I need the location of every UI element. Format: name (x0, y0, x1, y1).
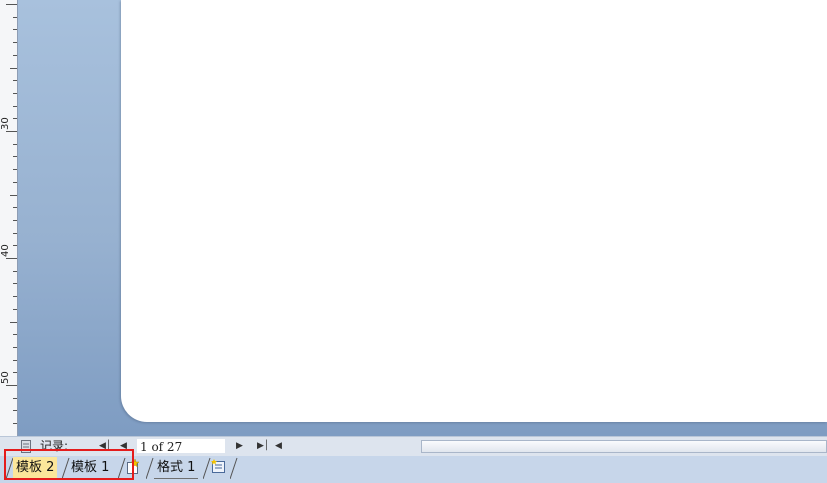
first-record-icon[interactable]: ◀│ (99, 439, 111, 454)
tab-separator (203, 457, 211, 479)
ruler-tick (13, 410, 17, 411)
ruler-label-40: 40 (0, 244, 11, 257)
ruler-tick (13, 233, 17, 234)
new-sheet-icon[interactable] (126, 458, 140, 474)
ruler-tick (13, 118, 17, 119)
ruler-tick (13, 207, 17, 208)
sheet-tab-bar: 模板 2 模板 1 格式 1 (0, 456, 827, 483)
workspace-background (18, 0, 827, 436)
records-label: 记录: (40, 439, 69, 453)
scroll-left-icon[interactable]: ◀ (275, 439, 282, 454)
ruler-tick (6, 385, 17, 386)
ruler-tick (13, 156, 17, 157)
ruler-tick (13, 55, 17, 56)
ruler-tick (13, 271, 17, 272)
tab-separator (146, 457, 154, 479)
ruler-tick (13, 182, 17, 183)
ruler-tick (13, 42, 17, 43)
ruler-tick (13, 309, 17, 310)
ruler-tick (13, 80, 17, 81)
ruler-tick (10, 68, 17, 69)
new-format-icon[interactable] (211, 459, 225, 474)
ruler-tick (13, 347, 17, 348)
tab-template-2[interactable]: 模板 2 (13, 457, 58, 479)
ruler-tick (13, 245, 17, 246)
record-selector-icon[interactable] (21, 440, 31, 455)
ruler-tick (6, 4, 17, 5)
ruler-tick (13, 17, 17, 18)
form-canvas[interactable] (121, 0, 827, 422)
ruler-tick (10, 195, 17, 196)
tab-format-1[interactable]: 格式 1 (154, 457, 199, 479)
ruler-label-30: 30 (0, 117, 11, 130)
ruler-label-50: 50 (0, 371, 11, 384)
tab-separator (118, 457, 126, 479)
ruler-tick (6, 131, 17, 132)
next-record-icon[interactable]: ▶ (236, 439, 243, 454)
tab-separator (230, 457, 238, 479)
ruler-tick (13, 144, 17, 145)
ruler-tick (13, 398, 17, 399)
ruler-tick (13, 334, 17, 335)
ruler-tick (13, 372, 17, 373)
ruler-tick (10, 322, 17, 323)
ruler-tick (13, 106, 17, 107)
ruler-tick (13, 423, 17, 424)
ruler-tick (13, 169, 17, 170)
last-record-icon[interactable]: ▶│ (257, 439, 269, 454)
ruler-tick (13, 360, 17, 361)
ruler-tick (13, 93, 17, 94)
previous-record-icon[interactable]: ◀ (120, 439, 127, 454)
ruler-tick (6, 258, 17, 259)
vertical-ruler: 30 40 50 (0, 0, 18, 437)
ruler-tick (13, 220, 17, 221)
ruler-tick (13, 29, 17, 30)
ruler-tick (13, 296, 17, 297)
tab-template-1[interactable]: 模板 1 (68, 457, 113, 479)
horizontal-scrollbar[interactable] (421, 440, 827, 453)
ruler-tick (13, 283, 17, 284)
record-navigation-bar: 记录: ◀│ ◀ 1 of 27 ▶ ▶│ ◀ (0, 436, 827, 456)
record-position-field[interactable]: 1 of 27 (137, 439, 225, 454)
